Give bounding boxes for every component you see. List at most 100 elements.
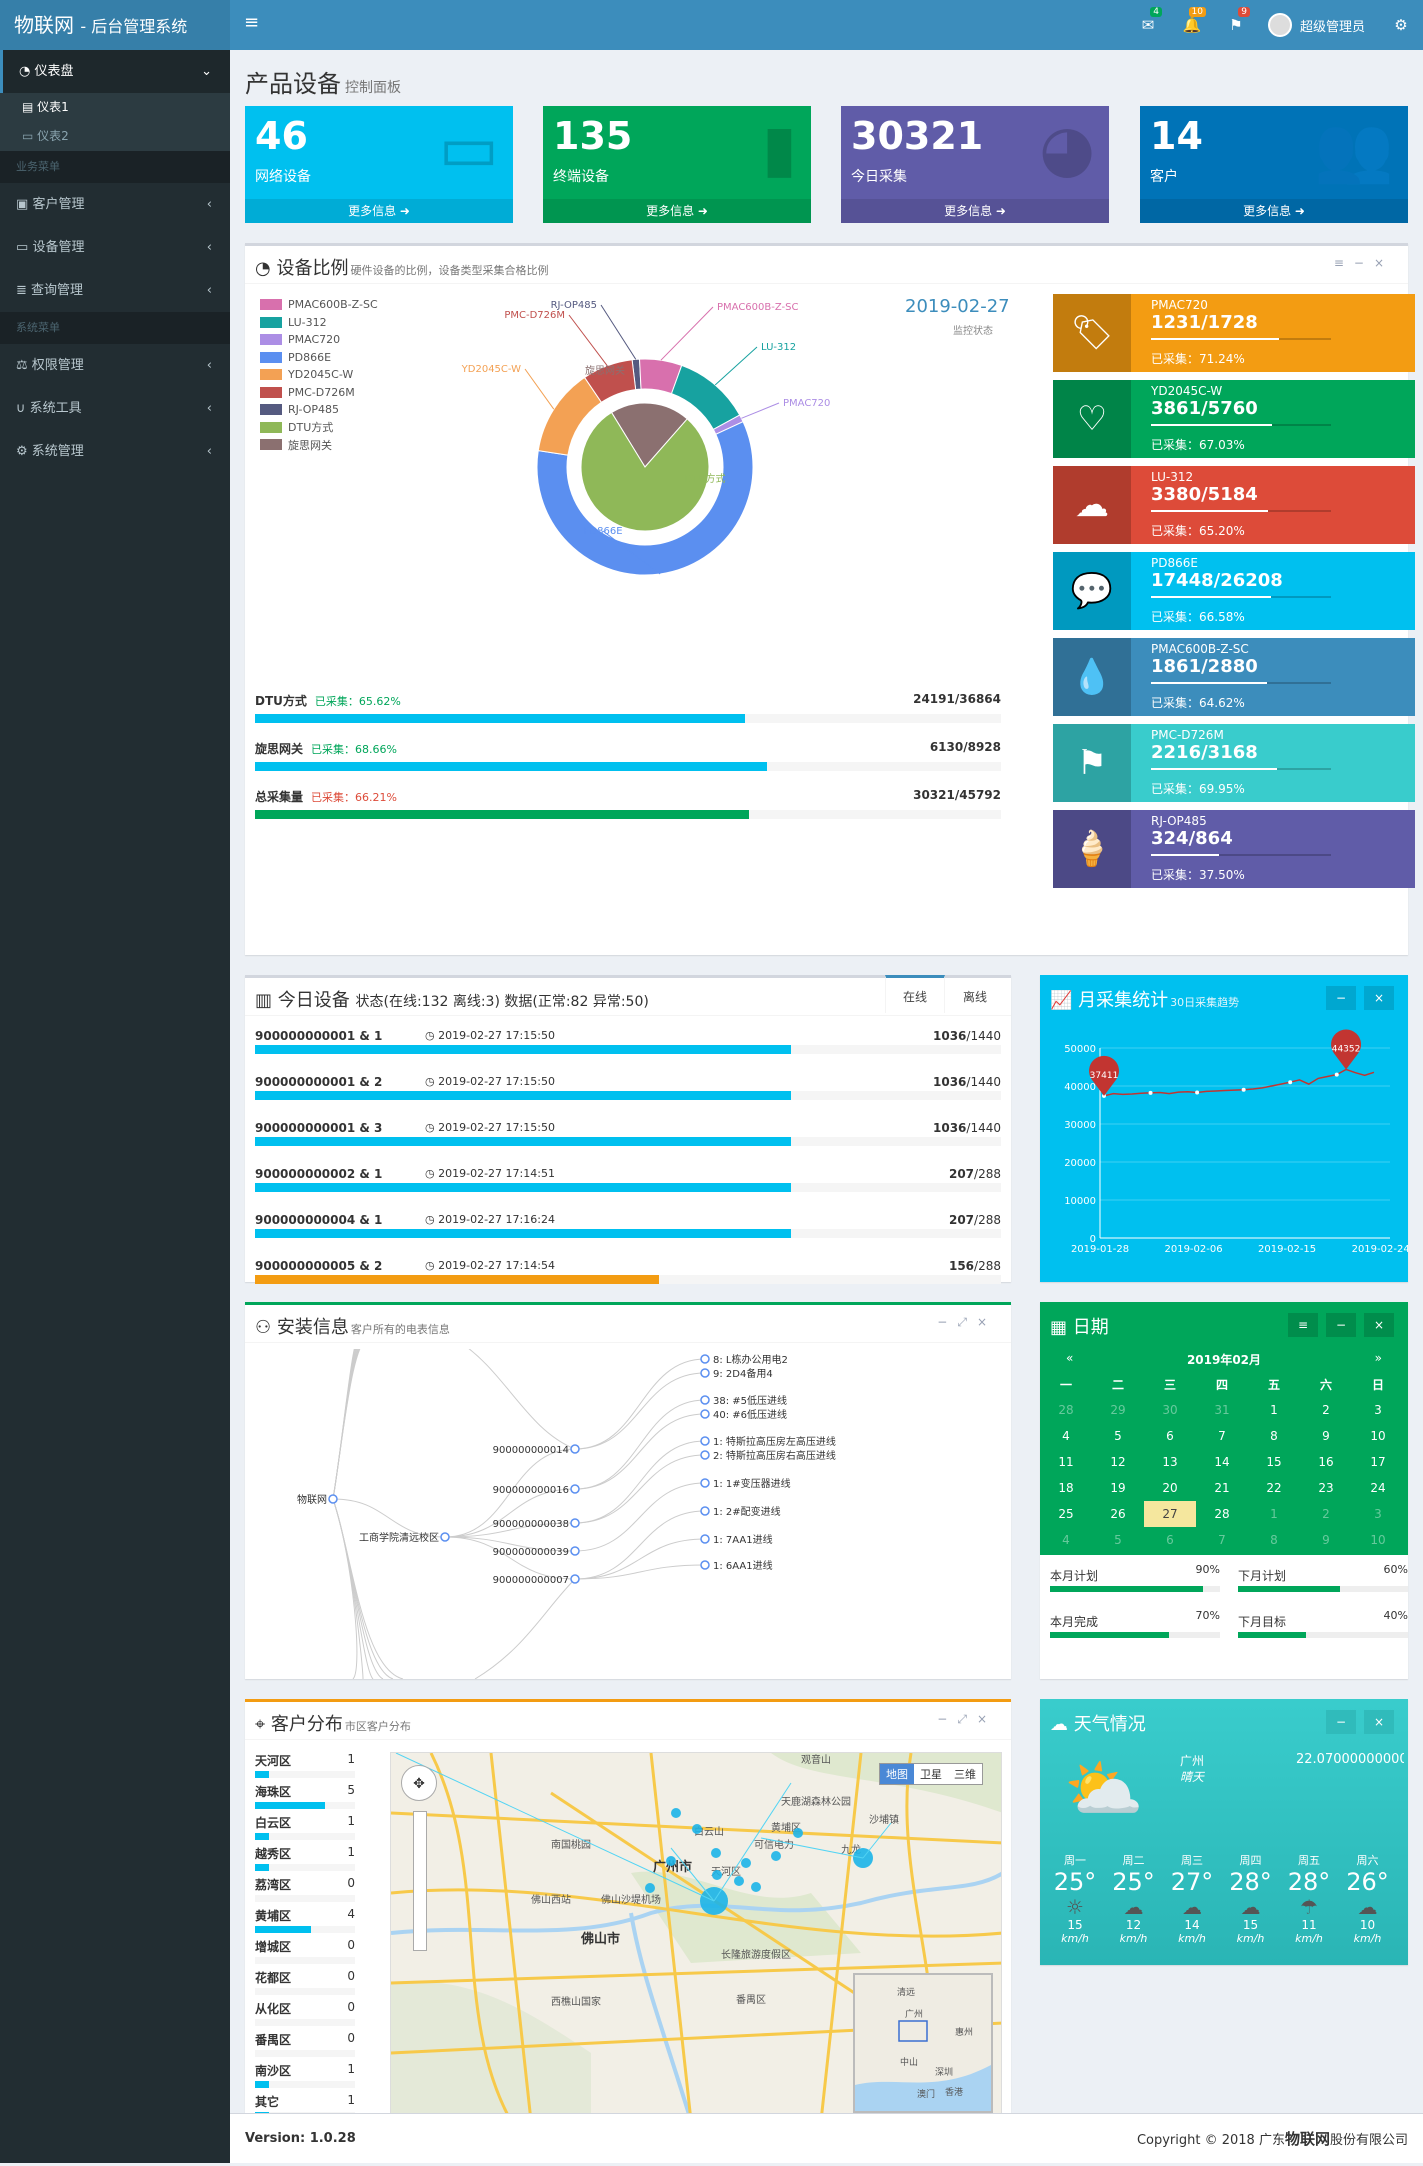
minimize-button[interactable]: − xyxy=(1326,1313,1356,1337)
more-info-link[interactable]: 更多信息 ➜ xyxy=(1140,199,1408,223)
calendar-day[interactable]: 4 xyxy=(1040,1527,1092,1553)
map-pan-control[interactable]: ✥ xyxy=(401,1765,437,1801)
close-icon[interactable]: × xyxy=(1374,256,1394,270)
menu-icon[interactable]: ≡ xyxy=(1334,256,1354,270)
today-row[interactable]: 900000000001 & 2 ◷ 2019-02-27 17:15:50 103… xyxy=(255,1075,1001,1105)
calendar-day[interactable]: 12 xyxy=(1092,1449,1144,1475)
sidebar-item-customer[interactable]: ▣ 客户管理 ‹ xyxy=(0,183,230,226)
calendar-day[interactable]: 21 xyxy=(1196,1475,1248,1501)
calendar-day[interactable]: 27 xyxy=(1144,1501,1196,1527)
more-info-link[interactable]: 更多信息 ➜ xyxy=(543,199,811,223)
calendar-day[interactable]: 6 xyxy=(1144,1423,1196,1449)
map-type-3d[interactable]: 三维 xyxy=(948,1764,982,1784)
district-item[interactable]: 增城区 0 xyxy=(255,1938,355,1964)
map-type-satellite[interactable]: 卫星 xyxy=(914,1764,948,1784)
calendar-day[interactable]: 20 xyxy=(1144,1475,1196,1501)
district-item[interactable]: 黄埔区 4 xyxy=(255,1907,355,1933)
mail-icon[interactable]: ✉ 4 xyxy=(1126,7,1170,34)
legend-item[interactable]: DTU方式 xyxy=(260,419,378,437)
sidebar-item-sysman[interactable]: ⚙ 系统管理 ‹ xyxy=(0,430,230,473)
minimize-icon[interactable]: − xyxy=(937,1712,957,1726)
tab-online[interactable]: 在线 xyxy=(885,975,945,1013)
today-row[interactable]: 900000000002 & 1 ◷ 2019-02-27 17:14:51 207… xyxy=(255,1167,1001,1197)
calendar-day[interactable]: 7 xyxy=(1196,1527,1248,1553)
calendar-day[interactable]: 3 xyxy=(1352,1397,1404,1423)
map-overview[interactable]: 清远 广州 惠州 中山 深圳 香港 澳门 xyxy=(853,1973,993,2113)
close-button[interactable]: × xyxy=(1364,986,1394,1010)
map-zoom-slider[interactable] xyxy=(413,1811,427,1951)
calendar-day[interactable]: 14 xyxy=(1196,1449,1248,1475)
calendar-day[interactable]: 10 xyxy=(1352,1423,1404,1449)
sidebar-item-device[interactable]: ▭ 设备管理 ‹ xyxy=(0,226,230,269)
minimize-button[interactable]: − xyxy=(1326,1710,1356,1734)
calendar-day[interactable]: 13 xyxy=(1144,1449,1196,1475)
today-row[interactable]: 900000000004 & 1 ◷ 2019-02-27 17:16:24 207… xyxy=(255,1213,1001,1243)
sidebar-item-dash1[interactable]: ▤ 仪表1 xyxy=(0,93,230,122)
legend-item[interactable]: PMC-D726M xyxy=(260,384,378,402)
user-menu[interactable]: 超级管理员 xyxy=(1258,13,1379,37)
calendar-day[interactable]: 2 xyxy=(1300,1501,1352,1527)
today-row[interactable]: 900000000001 & 1 ◷ 2019-02-27 17:15:50 103… xyxy=(255,1029,1001,1059)
calendar-day[interactable]: 28 xyxy=(1196,1501,1248,1527)
sidebar-item-query[interactable]: ≣ 查询管理 ‹ xyxy=(0,269,230,312)
menu-button[interactable]: ≡ xyxy=(1288,1313,1318,1337)
brand-logo[interactable]: 物联网 - 后台管理系统 xyxy=(0,0,230,50)
district-item[interactable]: 花都区 0 xyxy=(255,1969,355,1995)
legend-item[interactable]: YD2045C-W xyxy=(260,366,378,384)
more-info-link[interactable]: 更多信息 ➜ xyxy=(245,199,513,223)
calendar-day[interactable]: 17 xyxy=(1352,1449,1404,1475)
calendar-day[interactable]: 6 xyxy=(1144,1527,1196,1553)
district-item[interactable]: 海珠区 5 xyxy=(255,1783,355,1809)
district-item[interactable]: 从化区 0 xyxy=(255,2000,355,2026)
calendar-day[interactable]: 10 xyxy=(1352,1527,1404,1553)
flag-icon[interactable]: ⚑ 9 xyxy=(1214,7,1258,34)
sidebar-item-dashboard[interactable]: ◔ 仪表盘 ⌄ xyxy=(0,50,230,93)
calendar-day[interactable]: 19 xyxy=(1092,1475,1144,1501)
calendar-day[interactable]: 7 xyxy=(1196,1423,1248,1449)
today-row[interactable]: 900000000005 & 2 ◷ 2019-02-27 17:14:54 156… xyxy=(255,1259,1001,1289)
minimize-button[interactable]: − xyxy=(1326,986,1356,1010)
district-item[interactable]: 荔湾区 0 xyxy=(255,1876,355,1902)
calendar-day[interactable]: 8 xyxy=(1248,1423,1300,1449)
calendar-day[interactable]: 9 xyxy=(1300,1423,1352,1449)
expand-icon[interactable]: ⤢ xyxy=(957,1315,977,1329)
close-button[interactable]: × xyxy=(1364,1710,1394,1734)
calendar-day[interactable]: 1 xyxy=(1248,1501,1300,1527)
calendar-day[interactable]: 28 xyxy=(1040,1397,1092,1423)
tab-offline[interactable]: 离线 xyxy=(945,978,1005,1016)
calendar-day[interactable]: 16 xyxy=(1300,1449,1352,1475)
minimize-icon[interactable]: − xyxy=(1354,256,1374,270)
map-type-map[interactable]: 地图 xyxy=(880,1764,914,1784)
calendar-day[interactable]: 25 xyxy=(1040,1501,1092,1527)
calendar-day[interactable]: 2 xyxy=(1300,1397,1352,1423)
calendar-day[interactable]: 18 xyxy=(1040,1475,1092,1501)
calendar-day[interactable]: 15 xyxy=(1248,1449,1300,1475)
sidebar-toggle-icon[interactable]: ≡ xyxy=(244,12,259,33)
calendar-day[interactable]: 1 xyxy=(1248,1397,1300,1423)
calendar-day[interactable]: 23 xyxy=(1300,1475,1352,1501)
calendar-month[interactable]: 2019年02月 xyxy=(1040,1351,1408,1368)
sidebar-item-tools[interactable]: ∪ 系统工具 ‹ xyxy=(0,387,230,430)
calendar-day[interactable]: 26 xyxy=(1092,1501,1144,1527)
legend-item[interactable]: PMAC720 xyxy=(260,331,378,349)
district-item[interactable]: 白云区 1 xyxy=(255,1814,355,1840)
legend-item[interactable]: 旋思网关 xyxy=(260,436,378,454)
expand-icon[interactable]: ⤢ xyxy=(957,1712,977,1726)
calendar-day[interactable]: 8 xyxy=(1248,1527,1300,1553)
calendar-day[interactable]: 24 xyxy=(1352,1475,1404,1501)
calendar-day[interactable]: 30 xyxy=(1144,1397,1196,1423)
district-item[interactable]: 天河区 1 xyxy=(255,1752,355,1778)
calendar-day[interactable]: 5 xyxy=(1092,1527,1144,1553)
more-info-link[interactable]: 更多信息 ➜ xyxy=(841,199,1109,223)
district-item[interactable]: 南沙区 1 xyxy=(255,2062,355,2088)
sidebar-item-perm[interactable]: ⚖ 权限管理 ‹ xyxy=(0,344,230,387)
legend-item[interactable]: PD866E xyxy=(260,349,378,367)
map-view[interactable]: 广州市 佛山市 天河区 白云山 黄埔区 南国桃园 天鹿湖森林公园 观音山 长隆旅游度假区 番禺区西… xyxy=(390,1752,1002,2120)
calendar-day[interactable]: 29 xyxy=(1092,1397,1144,1423)
gear-icon[interactable]: ⚙ xyxy=(1379,16,1423,34)
today-row[interactable]: 900000000001 & 3 ◷ 2019-02-27 17:15:50 103… xyxy=(255,1121,1001,1151)
calendar-day[interactable]: 9 xyxy=(1300,1527,1352,1553)
calendar-day[interactable]: 22 xyxy=(1248,1475,1300,1501)
calendar-day[interactable]: 4 xyxy=(1040,1423,1092,1449)
bell-icon[interactable]: 🔔 10 xyxy=(1170,7,1214,34)
